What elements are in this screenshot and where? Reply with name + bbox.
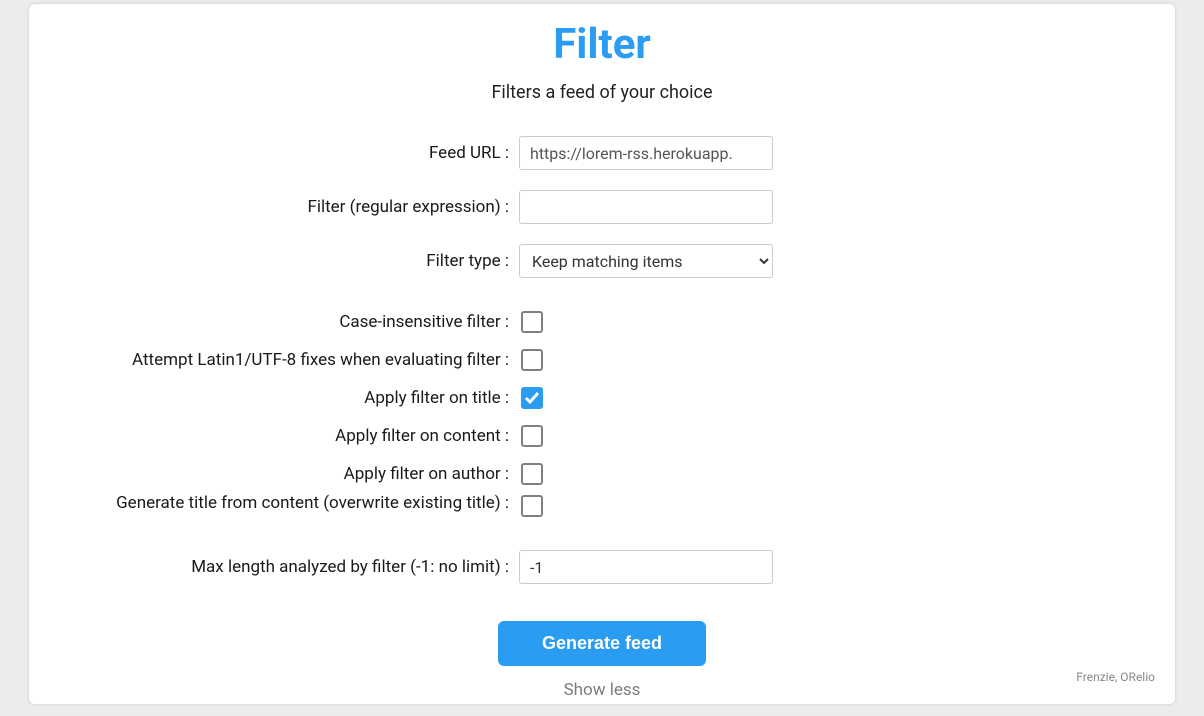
- label-gen-title: Generate title from content (overwrite e…: [29, 493, 519, 514]
- label-attempt-fixes: Attempt Latin1/UTF-8 fixes when evaluati…: [29, 350, 519, 371]
- apply-content-checkbox[interactable]: [521, 425, 543, 447]
- row-filter-regex: Filter (regular expression) :: [29, 185, 1175, 229]
- row-attempt-fixes: Attempt Latin1/UTF-8 fixes when evaluati…: [29, 341, 1175, 379]
- label-filter-regex: Filter (regular expression) :: [29, 197, 519, 218]
- row-apply-content: Apply filter on content :: [29, 417, 1175, 455]
- case-insensitive-checkbox[interactable]: [521, 311, 543, 333]
- check-icon: [524, 390, 540, 406]
- label-feed-url: Feed URL :: [29, 143, 519, 164]
- filter-card: Filter Filters a feed of your choice Fee…: [29, 4, 1175, 704]
- gen-title-checkbox[interactable]: [521, 495, 543, 517]
- label-apply-author: Apply filter on author :: [29, 464, 519, 485]
- row-case-insensitive: Case-insensitive filter :: [29, 303, 1175, 341]
- attempt-fixes-checkbox[interactable]: [521, 349, 543, 371]
- label-case-insensitive: Case-insensitive filter :: [29, 312, 519, 333]
- apply-author-checkbox[interactable]: [521, 463, 543, 485]
- page-subtitle: Filters a feed of your choice: [29, 82, 1175, 103]
- row-filter-type: Filter type : Keep matching items: [29, 239, 1175, 283]
- max-length-input[interactable]: [519, 550, 773, 584]
- apply-title-checkbox[interactable]: [521, 387, 543, 409]
- page-title: Filter: [29, 22, 1175, 68]
- feed-url-input[interactable]: [519, 136, 773, 170]
- filter-regex-input[interactable]: [519, 190, 773, 224]
- credits-text: Frenzie, ORelio: [1076, 670, 1155, 684]
- row-max-length: Max length analyzed by filter (-1: no li…: [29, 545, 1175, 589]
- filter-form: Feed URL : Filter (regular expression) :…: [29, 131, 1175, 700]
- row-apply-title: Apply filter on title :: [29, 379, 1175, 417]
- show-less-link[interactable]: Show less: [29, 680, 1175, 700]
- label-apply-title: Apply filter on title :: [29, 388, 519, 409]
- generate-feed-button[interactable]: Generate feed: [498, 621, 706, 666]
- row-gen-title: Generate title from content (overwrite e…: [29, 493, 1175, 545]
- label-max-length: Max length analyzed by filter (-1: no li…: [29, 557, 519, 578]
- label-filter-type: Filter type :: [29, 251, 519, 272]
- filter-type-select[interactable]: Keep matching items: [519, 244, 773, 278]
- label-apply-content: Apply filter on content :: [29, 426, 519, 447]
- row-feed-url: Feed URL :: [29, 131, 1175, 175]
- row-apply-author: Apply filter on author :: [29, 455, 1175, 493]
